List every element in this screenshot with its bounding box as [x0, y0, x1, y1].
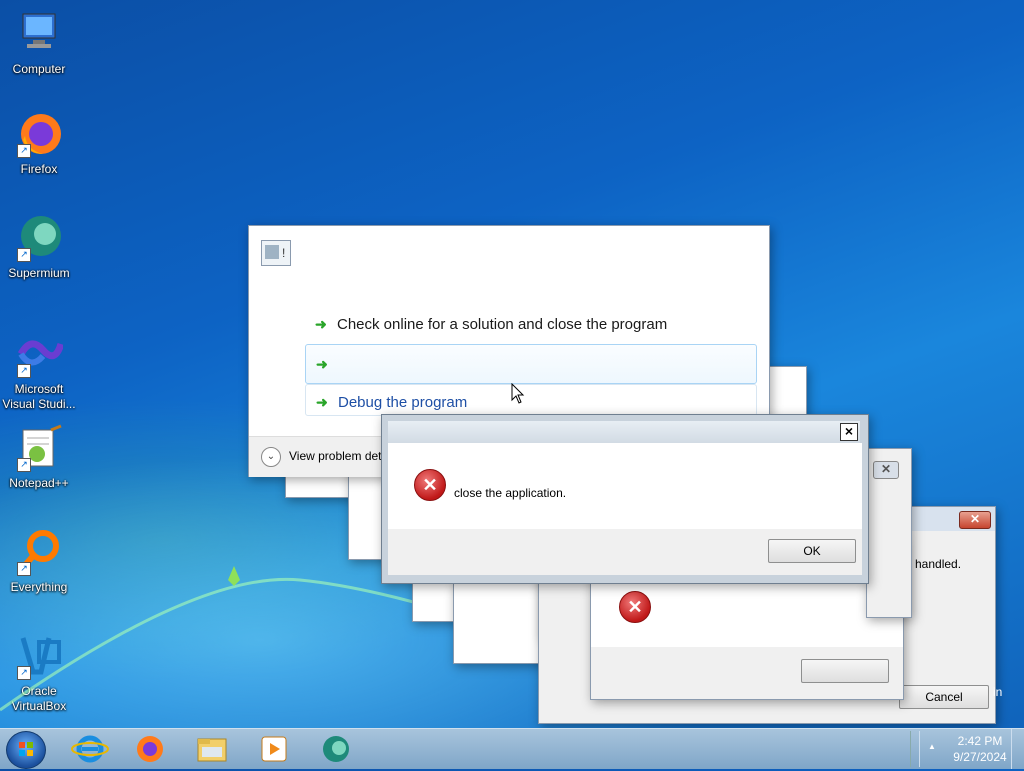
error-message: close the application. — [454, 486, 567, 500]
chevron-down-icon: ⌄ — [261, 447, 281, 467]
option-label: Debug the program — [338, 394, 468, 411]
file-explorer-icon — [197, 738, 227, 762]
show-desktop-button[interactable] — [1011, 729, 1024, 769]
arrow-right-icon: ➜ — [316, 356, 328, 372]
desktop-icon-visual-studio[interactable]: ↗ Microsoft Visual Studi... — [1, 330, 77, 412]
system-tray: ▲ 2:42 PM 9/27/2024 — [904, 729, 1024, 769]
close-button[interactable]: ✕ — [873, 461, 899, 479]
arrow-right-icon: ➜ — [316, 394, 328, 410]
firefox-icon — [137, 736, 163, 762]
supermium-icon — [323, 736, 349, 762]
dialog-body: ✕ close the application. — [388, 443, 862, 529]
taskbar-file-explorer[interactable] — [190, 733, 234, 765]
show-hidden-icons-icon[interactable]: ▲ — [928, 742, 936, 751]
taskbar-firefox[interactable] — [128, 733, 172, 765]
ok-button[interactable] — [801, 659, 889, 683]
mouse-cursor-icon — [511, 383, 525, 404]
option-label: Check online for a solution and close th… — [337, 316, 668, 333]
desktop-icon-label: Notepad++ — [9, 476, 69, 490]
media-player-icon — [261, 736, 287, 762]
error-icon: ✕ — [619, 591, 651, 623]
details-label: View problem det — [289, 449, 382, 463]
option-check-online[interactable]: ➜ Check online for a solution and close … — [305, 306, 755, 342]
close-button[interactable]: × — [840, 423, 858, 441]
option-debug[interactable]: ➜ Debug the program — [305, 384, 757, 416]
taskbar: ▲ 2:42 PM 9/27/2024 — [0, 728, 1024, 769]
error-icon: ✕ — [414, 469, 446, 501]
desktop-icon-supermium[interactable]: ↗ Supermium — [1, 214, 77, 281]
option-blank[interactable]: ➜ — [305, 344, 757, 384]
visual-studio-icon: ↗ — [15, 330, 65, 378]
taskbar-supermium[interactable] — [314, 733, 358, 765]
desktop-icon-computer[interactable]: Computer — [1, 10, 77, 77]
clock-date[interactable]: 9/27/2024 — [948, 750, 1012, 764]
tray-divider — [910, 731, 920, 767]
title-bar — [388, 421, 860, 443]
notepadpp-icon: ↗ — [15, 424, 63, 472]
desktop-icon-label: Microsoft Visual Studi... — [2, 382, 76, 411]
desktop-icon-firefox[interactable]: ↗ Firefox — [1, 110, 77, 177]
svg-text:!: ! — [282, 246, 285, 260]
internet-explorer-icon — [71, 735, 109, 763]
desktop-icon-notepadpp[interactable]: ↗ Notepad++ — [1, 424, 77, 491]
trailing-text: in — [993, 685, 1003, 699]
firefox-icon: ↗ — [15, 110, 63, 158]
desktop-icon-label: Supermium — [8, 266, 70, 280]
supermium-icon: ↗ — [15, 214, 63, 262]
arrow-right-icon: ➜ — [315, 316, 327, 332]
clock-time[interactable]: 2:42 PM — [952, 734, 1008, 748]
start-button[interactable] — [6, 731, 46, 769]
ok-button[interactable]: OK — [768, 539, 856, 563]
partial-window-right: ✕ — [866, 448, 912, 618]
program-icon: ! — [261, 240, 291, 266]
close-button[interactable]: ✕ — [959, 511, 991, 529]
cancel-button[interactable]: Cancel — [899, 685, 989, 709]
taskbar-internet-explorer[interactable] — [68, 733, 112, 765]
dialog-message: e handled. — [905, 557, 962, 571]
desktop-icon-label: Computer — [12, 62, 66, 76]
taskbar-media-player[interactable] — [252, 733, 296, 765]
error-dialog: × ✕ close the application. OK — [381, 414, 869, 584]
computer-icon — [15, 10, 63, 58]
desktop-icon-label: Firefox — [20, 162, 58, 176]
